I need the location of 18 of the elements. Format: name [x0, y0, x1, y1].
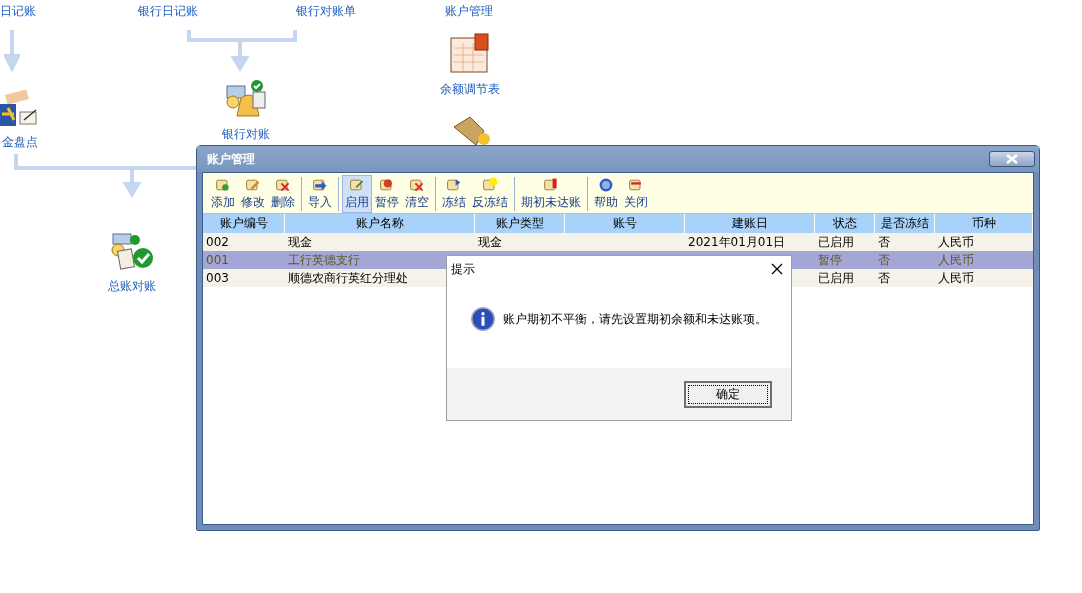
table-cell-text: 2021年01月01日 — [687, 233, 787, 251]
dialog-title: 提示 — [451, 260, 475, 278]
table-cell-text: 否 — [877, 269, 891, 287]
table-cell-text: 暂停 — [817, 251, 843, 269]
table-cell-text: 否 — [877, 251, 891, 269]
table-cell-text: 001 — [205, 253, 230, 267]
table-cell-text: 现金 — [287, 233, 313, 251]
window-title: 账户管理 — [206, 150, 255, 168]
table-cell-text: 002 — [205, 235, 230, 249]
table-cell-text: 现金 — [477, 233, 503, 251]
table-cell-text: 人民币 — [937, 269, 975, 287]
table-cell-text: 人民币 — [937, 233, 975, 251]
table-cell-text: 003 — [205, 271, 230, 285]
table-cell-text: 已启用 — [817, 269, 855, 287]
table-cell-text: 否 — [877, 233, 891, 251]
table-cell-text: 人民币 — [937, 251, 975, 269]
dialog-message: 账户期初不平衡，请先设置期初余额和未达账项。 — [503, 311, 767, 327]
table-cell-text: 已启用 — [817, 233, 855, 251]
